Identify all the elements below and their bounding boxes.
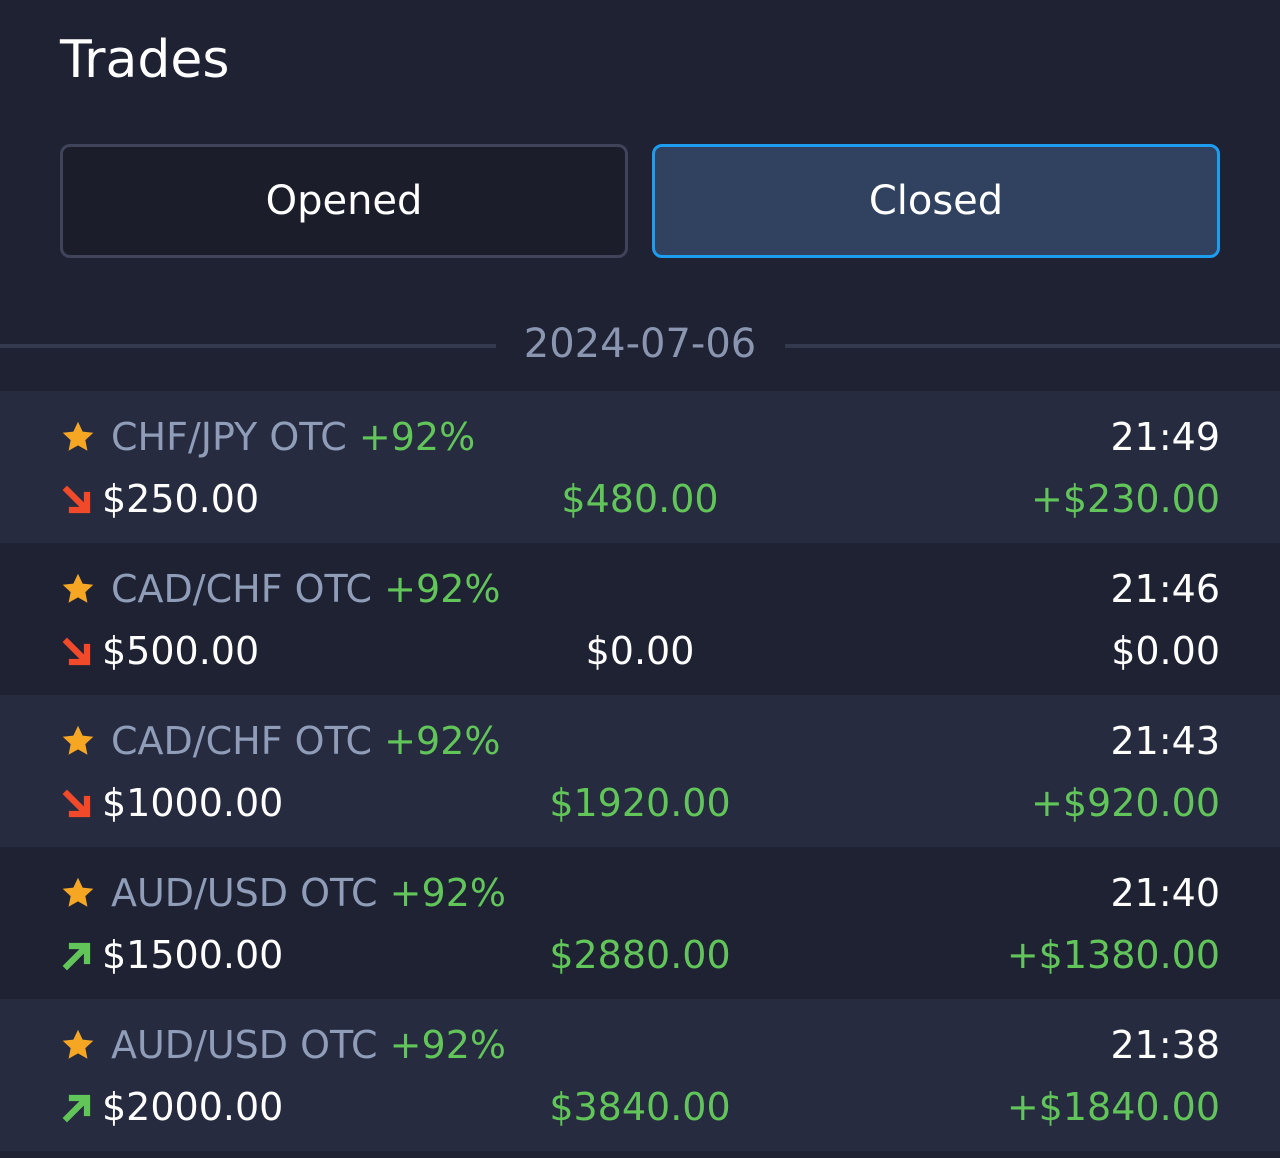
- asset-name: AUD/USD OTC +92%: [111, 867, 506, 919]
- tab-opened[interactable]: Opened: [60, 144, 628, 258]
- star-icon[interactable]: [60, 571, 96, 607]
- star-icon[interactable]: [60, 723, 96, 759]
- date-separator: 2024-07-06: [0, 314, 1280, 374]
- asset-name: CAD/CHF OTC +92%: [111, 563, 500, 615]
- trade-time: 21:38: [1110, 1023, 1220, 1067]
- trade-amount: $500.00: [102, 629, 260, 673]
- star-icon[interactable]: [60, 875, 96, 911]
- trade-profit: +$1840.00: [1006, 1085, 1220, 1129]
- trade-values: $1000.00 $1920.00 +$920.00: [60, 777, 1220, 829]
- asset-name: CHF/JPY OTC +92%: [111, 411, 475, 463]
- tab-closed[interactable]: Closed: [652, 144, 1220, 258]
- trade-time: 21:49: [1110, 415, 1220, 459]
- trade-values: $2000.00 $3840.00 +$1840.00: [60, 1081, 1220, 1133]
- trade-row[interactable]: CAD/CHF OTC +92% 21:46 $500.00 $0.00 $0.…: [0, 543, 1280, 695]
- trade-profit: +$230.00: [1031, 477, 1220, 521]
- trade-time: 21:40: [1110, 871, 1220, 915]
- trade-tabs: Opened Closed: [60, 144, 1220, 258]
- trade-row[interactable]: CHF/JPY OTC +92% 21:49 $250.00 $480.00 +…: [0, 391, 1280, 543]
- payout-percent: +92%: [389, 1023, 506, 1067]
- trade-values: $1500.00 $2880.00 +$1380.00: [60, 929, 1220, 981]
- arrow-down-right-icon: [62, 637, 91, 666]
- arrow-down-right-icon: [62, 789, 91, 818]
- trade-profit: +$920.00: [1031, 781, 1220, 825]
- arrow-up-right-icon: [62, 1094, 91, 1123]
- star-icon[interactable]: [60, 1027, 96, 1063]
- asset-name: AUD/USD OTC +92%: [111, 1019, 506, 1071]
- trades-panel: Trades Opened Closed 2024-07-06 CHF/JPY …: [0, 0, 1280, 1158]
- asset-label: CAD/CHF OTC: [111, 567, 373, 611]
- trade-payout: $1920.00: [549, 781, 731, 825]
- trade-header: AUD/USD OTC +92% 21:38: [60, 1019, 1220, 1071]
- trade-header: CHF/JPY OTC +92% 21:49: [60, 411, 1220, 463]
- page-title: Trades: [60, 30, 230, 90]
- trade-profit: $0.00: [1111, 629, 1220, 673]
- trade-header: CAD/CHF OTC +92% 21:46: [60, 563, 1220, 615]
- payout-percent: +92%: [384, 567, 501, 611]
- trade-payout: $480.00: [561, 477, 719, 521]
- trade-payout: $3840.00: [549, 1085, 731, 1129]
- trade-payout: $2880.00: [549, 933, 731, 977]
- trade-row[interactable]: AUD/USD OTC +92% 21:40 $1500.00 $2880.00…: [0, 847, 1280, 999]
- trade-values: $250.00 $480.00 +$230.00: [60, 473, 1220, 525]
- trade-amount: $2000.00: [102, 1085, 284, 1129]
- arrow-down-right-icon: [62, 485, 91, 514]
- divider: [785, 344, 1280, 348]
- trade-list: CHF/JPY OTC +92% 21:49 $250.00 $480.00 +…: [0, 391, 1280, 1151]
- payout-percent: +92%: [358, 415, 476, 459]
- trade-time: 21:43: [1110, 719, 1220, 763]
- star-icon[interactable]: [60, 419, 96, 455]
- asset-label: CHF/JPY OTC: [111, 415, 347, 459]
- trade-header: AUD/USD OTC +92% 21:40: [60, 867, 1220, 919]
- asset-name: CAD/CHF OTC +92%: [111, 715, 500, 767]
- arrow-up-right-icon: [62, 942, 91, 971]
- asset-label: CAD/CHF OTC: [111, 719, 373, 763]
- trade-payout: $0.00: [585, 629, 695, 673]
- trade-row[interactable]: CAD/CHF OTC +92% 21:43 $1000.00 $1920.00…: [0, 695, 1280, 847]
- asset-label: AUD/USD OTC: [111, 871, 378, 915]
- trade-amount: $250.00: [102, 477, 260, 521]
- trade-row[interactable]: AUD/USD OTC +92% 21:38 $2000.00 $3840.00…: [0, 999, 1280, 1151]
- trade-values: $500.00 $0.00 $0.00: [60, 625, 1220, 677]
- trade-amount: $1500.00: [102, 933, 284, 977]
- payout-percent: +92%: [384, 719, 501, 763]
- trade-time: 21:46: [1110, 567, 1220, 611]
- trade-amount: $1000.00: [102, 781, 284, 825]
- payout-percent: +92%: [389, 871, 506, 915]
- trade-profit: +$1380.00: [1006, 933, 1220, 977]
- asset-label: AUD/USD OTC: [111, 1023, 378, 1067]
- trade-header: CAD/CHF OTC +92% 21:43: [60, 715, 1220, 767]
